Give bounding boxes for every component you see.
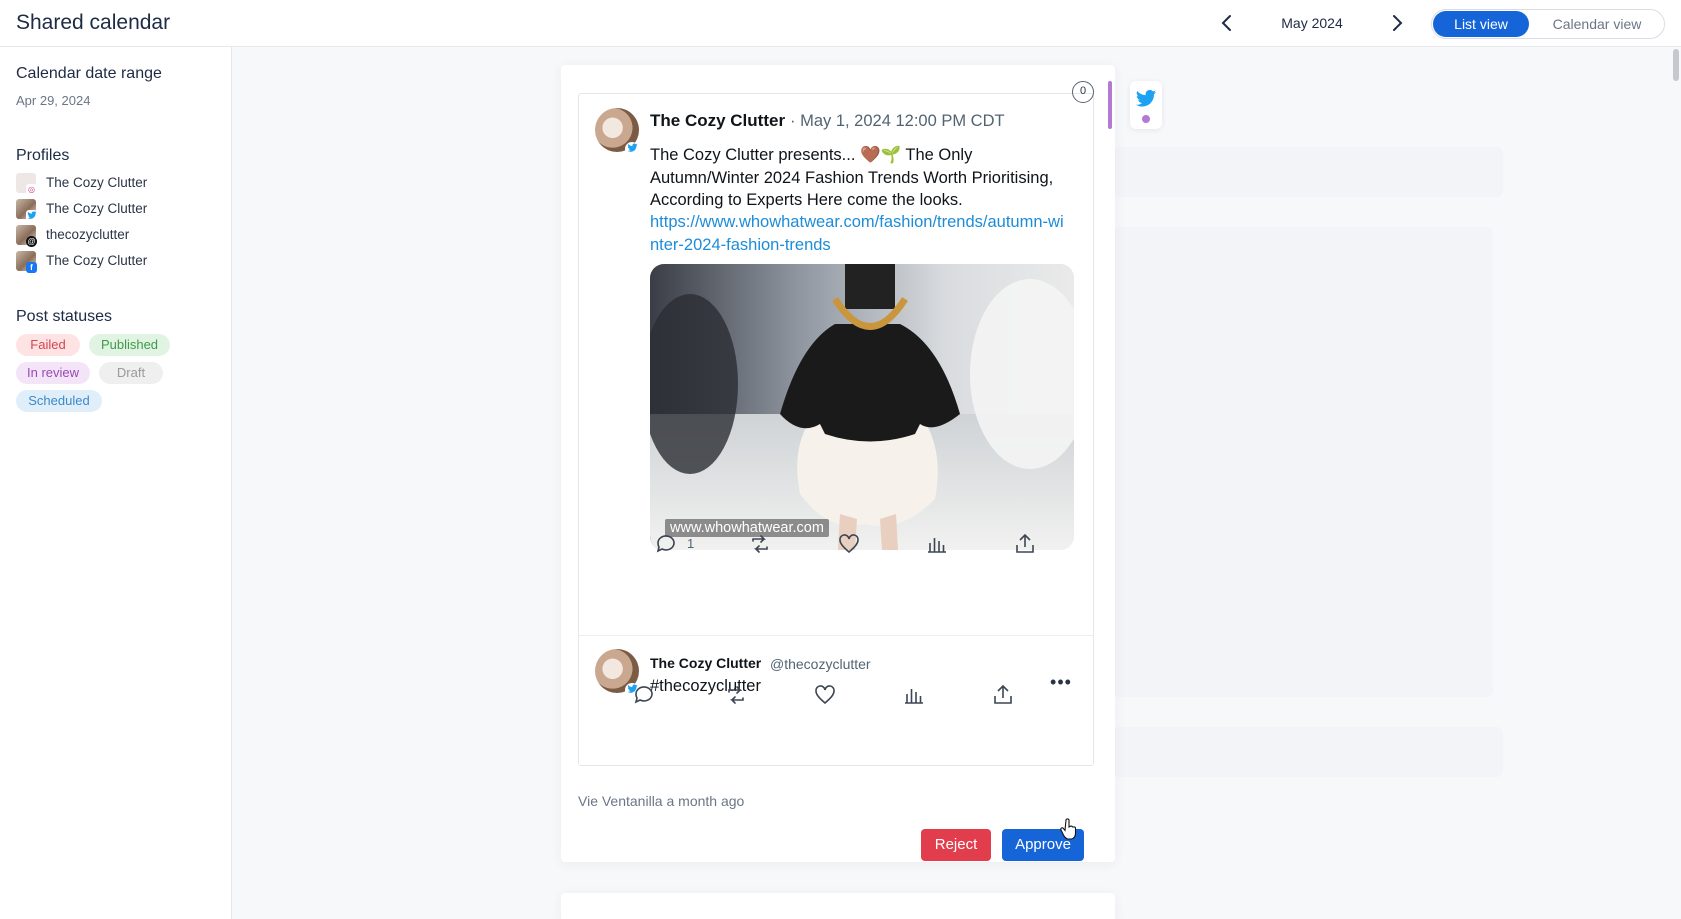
status-chip-published[interactable]: Published [89,334,170,356]
background-placeholder [1113,147,1503,197]
reply-handle: @thecozyclutter [770,656,871,672]
chevron-right-icon [1393,15,1403,31]
scrollbar[interactable] [1673,49,1679,81]
hand-cursor-icon [1060,818,1077,840]
comment-icon [634,686,653,704]
date-range-heading: Calendar date range [16,65,162,82]
profile-item[interactable]: @ thecozyclutter [16,225,216,247]
calendar-view-button[interactable]: Calendar view [1532,11,1662,37]
post-author: The Cozy Clutter [650,111,786,130]
share-button[interactable] [1013,532,1037,556]
image-watermark: www.whowhatwear.com [665,519,829,537]
bar-chart-icon [928,538,946,553]
more-options-button[interactable]: ••• [1048,673,1074,697]
profile-name: The Cozy Clutter [46,175,148,190]
profiles-heading: Profiles [16,147,70,164]
retweet-icon [728,686,744,704]
heart-icon [815,685,835,705]
post-card: The Cozy Clutter · May 1, 2024 12:00 PM … [561,65,1115,862]
view-toggle: List view Calendar view [1431,9,1665,39]
profile-item[interactable]: ◎ The Cozy Clutter [16,173,216,195]
status-chip-scheduled[interactable]: Scheduled [16,390,102,412]
bar-chart-icon [905,689,923,704]
profile-item[interactable]: f The Cozy Clutter [16,251,216,273]
post-datetime: · May 1, 2024 12:00 PM CDT [790,112,1005,130]
post-image: www.whowhatwear.com [650,264,1074,550]
main-content: The Cozy Clutter · May 1, 2024 12:00 PM … [233,47,1681,919]
twitter-icon [1135,90,1157,107]
status-chip-in-review[interactable]: In review [16,362,90,384]
share-icon [994,684,1012,704]
reply-button[interactable] [654,532,678,556]
profile-name: thecozyclutter [46,227,130,242]
page-title: Shared calendar [16,11,171,34]
twitter-icon [625,142,639,156]
reply-button[interactable] [654,690,678,714]
thread-divider [579,635,1093,636]
background-placeholder [1113,727,1503,777]
sidebar: Calendar date range Apr 29, 2024 Profile… [0,47,232,919]
chevron-left-icon [1221,15,1231,31]
threads-icon: @ [26,236,37,247]
heart-icon [839,534,859,554]
like-button[interactable] [837,532,861,556]
like-button[interactable] [813,683,837,707]
post-text: The Cozy Clutter presents... 🤎🌱 The Only… [650,146,1054,209]
status-dot [1142,115,1150,123]
runway-photo [650,264,1074,550]
share-button[interactable] [991,683,1015,707]
previous-month-button[interactable] [1216,12,1238,34]
facebook-icon: f [26,262,37,273]
list-view-button[interactable]: List view [1433,11,1529,37]
analytics-button[interactable] [902,683,926,707]
next-month-button[interactable] [1386,12,1408,34]
analytics-button[interactable] [925,532,949,556]
background-placeholder [1113,227,1493,697]
profile-name: The Cozy Clutter [46,201,148,216]
reply-button[interactable] [632,683,656,707]
status-chip-failed[interactable]: Failed [16,334,80,356]
reply-count: 1 [687,536,695,551]
status-chip-draft[interactable]: Draft [99,362,163,384]
instagram-icon: ◎ [26,184,37,195]
retweet-icon [752,535,768,553]
top-bar: Shared calendar May 2024 List view Calen… [0,0,1681,47]
profile-item[interactable]: The Cozy Clutter [16,199,216,221]
comment-count-badge[interactable]: 0 [1072,81,1094,103]
reply-author: The Cozy Clutter [650,655,762,671]
post-card [561,893,1115,919]
retweet-button[interactable] [748,532,772,556]
status-accent-bar [1108,81,1112,129]
current-month: May 2024 [1281,15,1343,31]
network-indicator [1130,81,1162,129]
twitter-icon [26,210,37,221]
profile-name: The Cozy Clutter [46,253,148,268]
share-icon [1016,533,1034,553]
retweet-button[interactable] [724,683,748,707]
tweet-preview: The Cozy Clutter · May 1, 2024 12:00 PM … [578,93,1094,766]
date-range-value: Apr 29, 2024 [16,93,91,108]
comment-icon [656,535,675,553]
post-link[interactable]: https://www.whowhatwear.com/fashion/tren… [650,211,1070,256]
post-footer-note: Vie Ventanilla a month ago [578,793,745,809]
reject-button[interactable]: Reject [921,829,991,861]
post-statuses-heading: Post statuses [16,308,113,325]
